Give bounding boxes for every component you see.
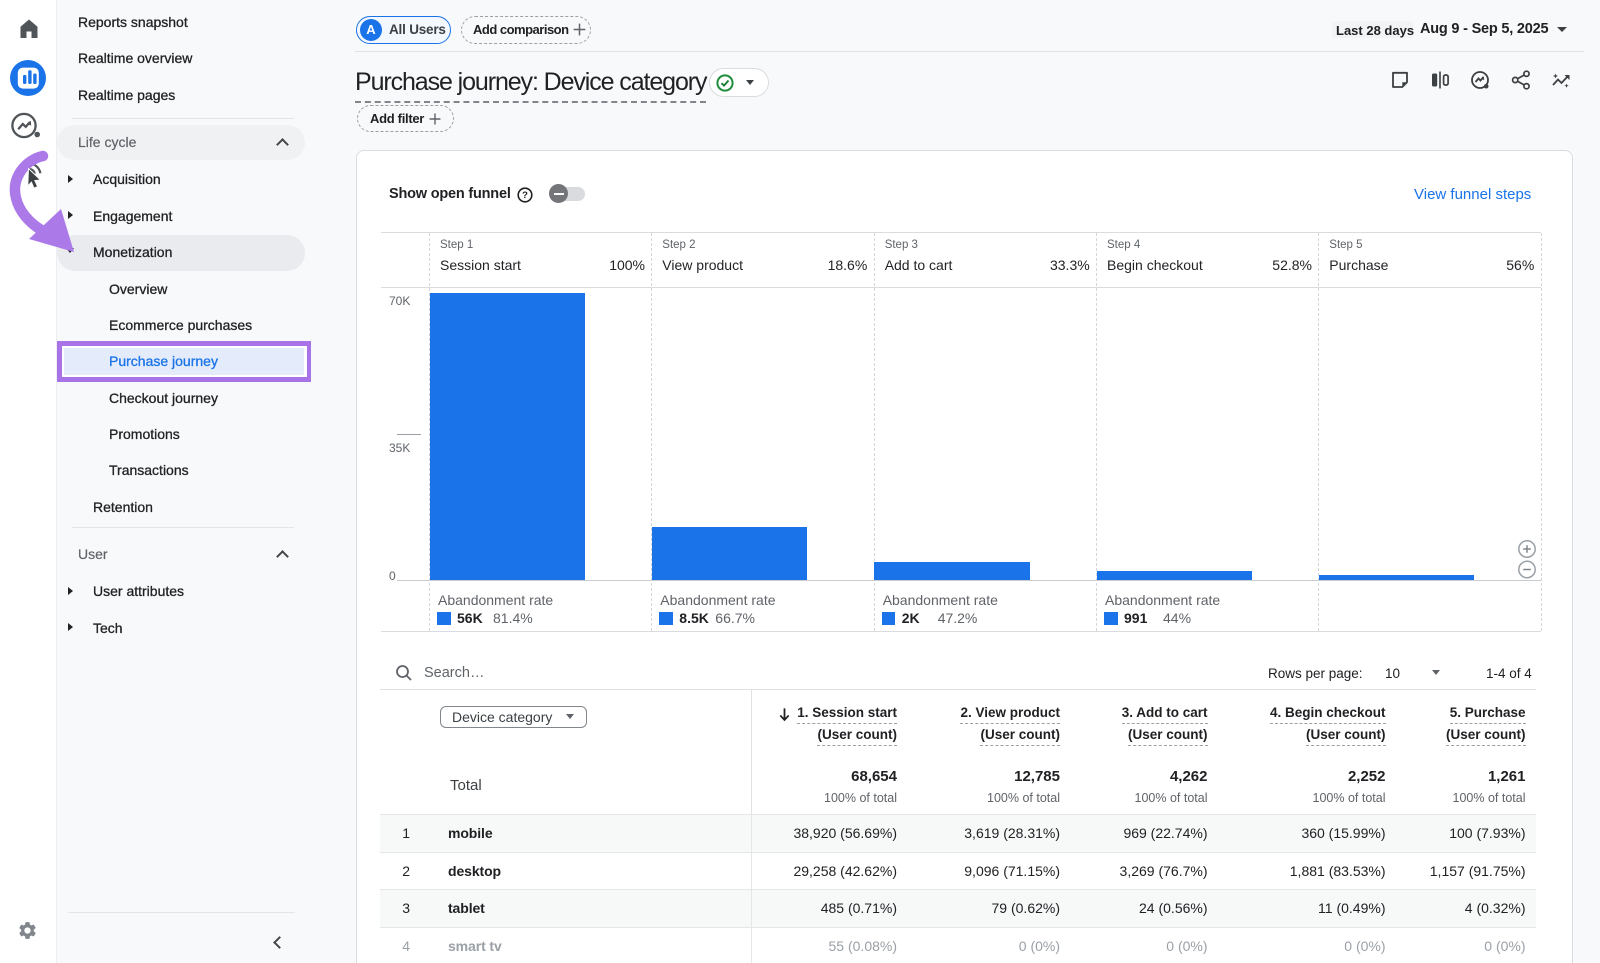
- svg-text:?: ?: [522, 190, 528, 201]
